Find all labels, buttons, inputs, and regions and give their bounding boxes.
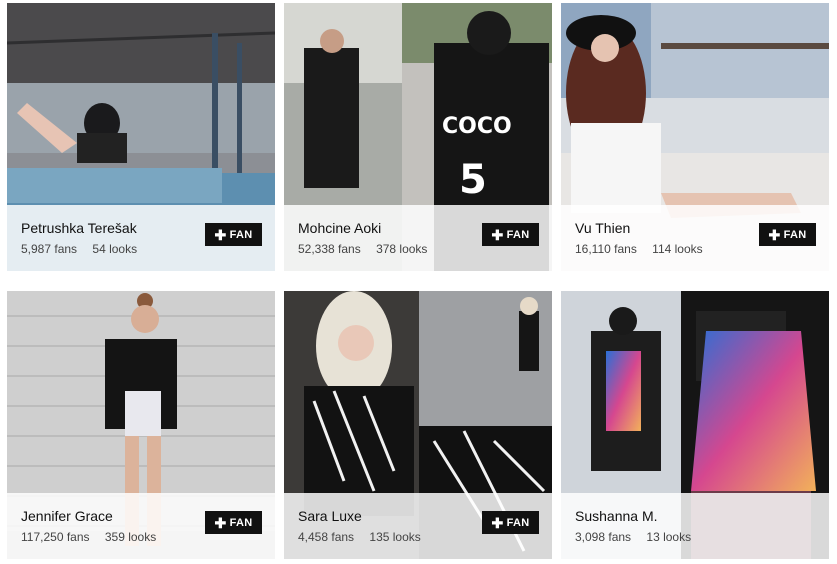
plus-icon: ✚ (491, 226, 504, 243)
fans-count: 16,110 fans (575, 242, 637, 256)
profile-name[interactable]: Jennifer Grace (21, 508, 113, 524)
fan-button[interactable]: ✚ FAN (482, 511, 539, 534)
plus-icon: ✚ (214, 226, 227, 243)
profile-name[interactable]: Sara Luxe (298, 508, 362, 524)
profile-stats: 5,987 fans 54 looks (21, 242, 149, 256)
svg-text:5: 5 (459, 157, 487, 203)
profile-name[interactable]: Mohcine Aoki (298, 220, 381, 236)
fans-count: 5,987 fans (21, 242, 78, 256)
profile-name[interactable]: Sushanna M. (575, 508, 658, 524)
fan-button-label: FAN (229, 228, 253, 241)
plus-icon: ✚ (214, 514, 227, 531)
fan-button-label: FAN (229, 516, 253, 529)
profile-grid: Petrushka Terešak 5,987 fans 54 looks ✚ … (0, 0, 837, 564)
fan-button[interactable]: ✚ FAN (482, 223, 539, 246)
plus-icon: ✚ (768, 226, 781, 243)
profile-card[interactable]: Petrushka Terešak 5,987 fans 54 looks ✚ … (7, 3, 275, 271)
looks-count: 135 looks (369, 530, 421, 544)
profile-stats: 3,098 fans 13 looks (575, 530, 703, 544)
fan-button[interactable]: ✚ FAN (205, 223, 262, 246)
profile-stats: 16,110 fans 114 looks (575, 242, 715, 256)
fan-button-label: FAN (783, 228, 807, 241)
profile-info: Vu Thien 16,110 fans 114 looks ✚ FAN (561, 205, 829, 271)
looks-count: 13 looks (646, 530, 692, 544)
profile-info: Sara Luxe 4,458 fans 135 looks ✚ FAN (284, 493, 552, 559)
fan-button-label: FAN (506, 516, 530, 529)
fans-count: 52,338 fans (298, 242, 361, 256)
fan-button-label: FAN (506, 228, 530, 241)
profile-info: Sushanna M. 3,098 fans 13 looks (561, 493, 829, 559)
fans-count: 117,250 fans (21, 530, 90, 544)
profile-card[interactable]: Jennifer Grace 117,250 fans 359 looks ✚ … (7, 291, 275, 559)
profile-stats: 52,338 fans 378 looks (298, 242, 439, 256)
profile-card[interactable]: Vu Thien 16,110 fans 114 looks ✚ FAN (561, 3, 829, 271)
profile-stats: 4,458 fans 135 looks (298, 530, 433, 544)
plus-icon: ✚ (491, 514, 504, 531)
looks-count: 378 looks (376, 242, 428, 256)
fans-count: 4,458 fans (298, 530, 355, 544)
svg-text:COCO: COCO (442, 114, 512, 139)
fan-button[interactable]: ✚ FAN (759, 223, 816, 246)
profile-info: Mohcine Aoki 52,338 fans 378 looks ✚ FAN (284, 205, 552, 271)
profile-name[interactable]: Petrushka Terešak (21, 220, 137, 236)
profile-stats: 117,250 fans 359 looks (21, 530, 168, 544)
looks-count: 359 looks (104, 530, 157, 544)
profile-card[interactable]: COCO 5 Mohcine Aoki 52,338 fans 378 look… (284, 3, 552, 271)
looks-count: 114 looks (652, 242, 703, 256)
fan-button[interactable]: ✚ FAN (205, 511, 262, 534)
profile-info: Jennifer Grace 117,250 fans 359 looks ✚ … (7, 493, 275, 559)
profile-info: Petrushka Terešak 5,987 fans 54 looks ✚ … (7, 205, 275, 271)
profile-card[interactable]: Sara Luxe 4,458 fans 135 looks ✚ FAN (284, 291, 552, 559)
profile-name[interactable]: Vu Thien (575, 220, 630, 236)
profile-card[interactable]: Sushanna M. 3,098 fans 13 looks (561, 291, 829, 559)
fans-count: 3,098 fans (575, 530, 632, 544)
looks-count: 54 looks (92, 242, 138, 256)
